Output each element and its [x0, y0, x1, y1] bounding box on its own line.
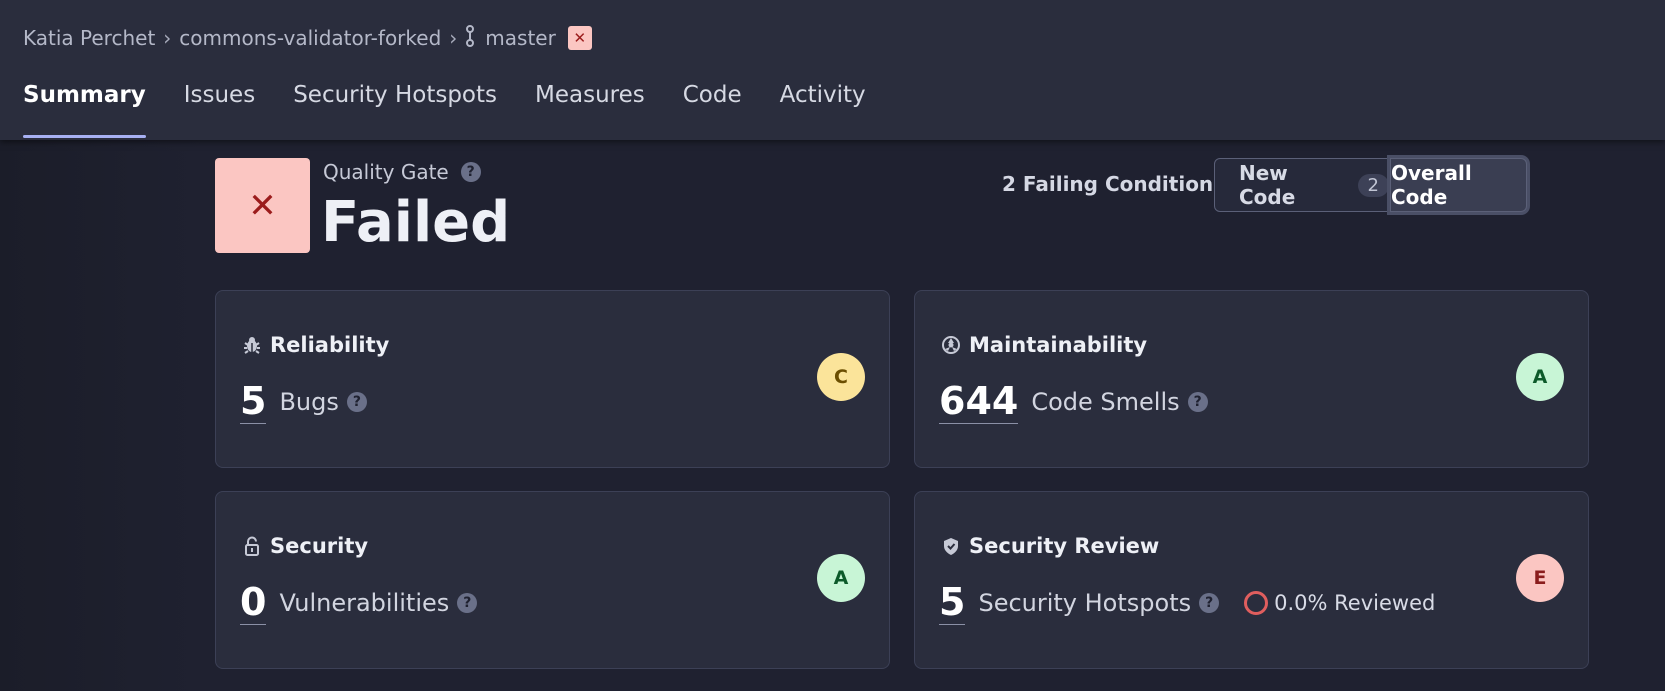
security-card: Security 0 Vulnerabilities ? A [215, 491, 890, 669]
maintainability-icon [942, 336, 960, 354]
security-review-card: Security Review 5 Security Hotspots ? 0.… [914, 491, 1589, 669]
chevron-right-icon: › [163, 26, 172, 50]
bugs-label: Bugs [279, 387, 339, 416]
reliability-card: Reliability 5 Bugs ? C [215, 290, 890, 468]
tab-activity[interactable]: Activity [780, 82, 866, 138]
code-period-toggle: New Code 2 Overall Code [1214, 158, 1527, 212]
metric-row: 0 Vulnerabilities ? [240, 580, 478, 625]
vulnerabilities-count[interactable]: 0 [240, 580, 267, 625]
quality-gate-label: Quality Gate ? [323, 160, 481, 184]
code-smells-count[interactable]: 644 [939, 379, 1019, 424]
card-title: Maintainability [941, 333, 1147, 357]
bugs-count[interactable]: 5 [240, 379, 267, 424]
help-icon[interactable]: ? [346, 391, 367, 412]
chevron-right-icon: › [449, 26, 458, 50]
progress-ring-icon [1244, 590, 1269, 615]
vulnerabilities-label: Vulnerabilities [279, 588, 450, 617]
metric-row: 5 Bugs ? [240, 379, 367, 424]
breadcrumb-branch[interactable]: master [485, 26, 556, 50]
quality-gate-label-text: Quality Gate [323, 160, 449, 184]
tab-issues[interactable]: Issues [184, 82, 255, 138]
breadcrumb: Katia Perchet › commons-validator-forked… [23, 24, 592, 52]
new-code-count-badge: 2 [1357, 173, 1389, 197]
help-icon[interactable]: ? [1199, 592, 1220, 613]
security-hotspots-count[interactable]: 5 [939, 580, 966, 625]
breadcrumb-project[interactable]: commons-validator-forked [179, 26, 441, 50]
new-code-label: New Code [1239, 161, 1296, 209]
reliability-title: Reliability [270, 333, 390, 357]
unlock-icon [245, 536, 259, 556]
tab-measures[interactable]: Measures [535, 82, 645, 138]
card-title: Security [242, 534, 368, 558]
new-code-button[interactable]: New Code 2 [1214, 158, 1390, 212]
help-icon[interactable]: ? [457, 592, 478, 613]
card-title: Security Review [941, 534, 1159, 558]
help-icon[interactable]: ? [1187, 391, 1208, 412]
security-review-title: Security Review [969, 534, 1160, 558]
code-smells-label: Code Smells [1031, 387, 1180, 416]
overall-code-button[interactable]: Overall Code [1390, 158, 1527, 212]
bug-icon [244, 337, 260, 354]
overall-code-label: Overall Code [1391, 161, 1472, 209]
security-title: Security [270, 534, 369, 558]
security-review-grade-badge[interactable]: E [1516, 554, 1564, 602]
quality-gate-status: Failed [321, 190, 511, 255]
failing-conditions-text: 2 Failing Conditions [1002, 172, 1226, 196]
reviewed-percentage: 0.0% Reviewed [1274, 590, 1436, 615]
tab-security-hotspots[interactable]: Security Hotspots [293, 82, 497, 138]
metric-row: 644 Code Smells ? [939, 379, 1208, 424]
main-tabs: Summary Issues Security Hotspots Measure… [23, 82, 904, 140]
help-icon[interactable]: ? [460, 162, 481, 182]
tab-summary[interactable]: Summary [23, 82, 146, 138]
maintainability-grade-badge[interactable]: A [1516, 353, 1564, 401]
reliability-grade-badge[interactable]: C [817, 353, 865, 401]
metric-row: 5 Security Hotspots ? 0.0% Reviewed [939, 580, 1435, 625]
maintainability-card: Maintainability 644 Code Smells ? A [914, 290, 1589, 468]
branch-icon [465, 24, 475, 52]
close-icon: ✕ [567, 26, 592, 50]
reviewed-indicator[interactable]: 0.0% Reviewed [1244, 590, 1436, 615]
header-bar: Katia Perchet › commons-validator-forked… [0, 0, 1665, 140]
security-grade-badge[interactable]: A [817, 554, 865, 602]
shield-icon [944, 538, 958, 555]
close-icon: ✕ [215, 158, 310, 253]
maintainability-title: Maintainability [969, 333, 1148, 357]
security-hotspots-label: Security Hotspots [978, 588, 1192, 617]
tab-code[interactable]: Code [683, 82, 742, 138]
card-title: Reliability [242, 333, 389, 357]
breadcrumb-owner[interactable]: Katia Perchet [23, 26, 155, 50]
